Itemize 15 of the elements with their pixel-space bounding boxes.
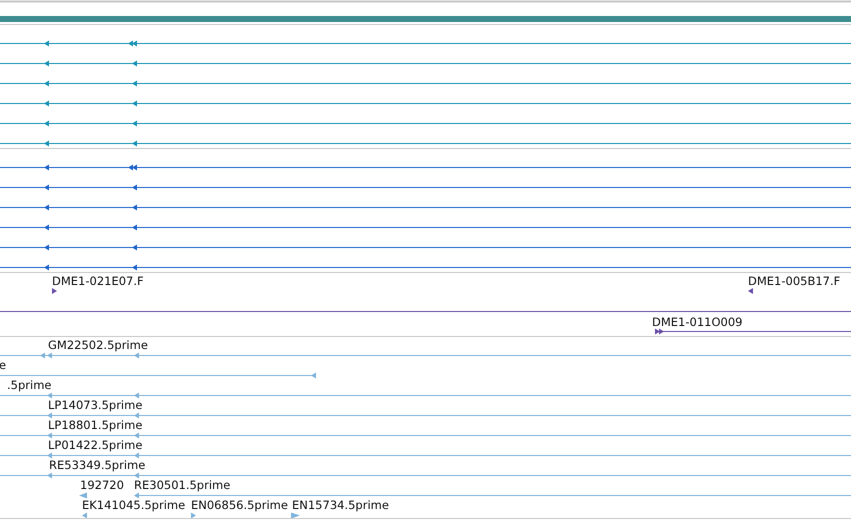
feature-label: EN15734.5prime: [292, 498, 389, 512]
feature-label: RE53349.5prime: [49, 458, 146, 472]
feature-label: LP18801.5prime: [48, 418, 142, 432]
feature-label: DME1-011O009: [652, 315, 742, 329]
feature-label: EK141045.5prime: [82, 498, 186, 512]
feature-label: GM22502.5prime: [48, 338, 148, 352]
feature-label: DME1-021E07.F: [52, 274, 144, 288]
feature-label: LP14073.5prime: [48, 398, 142, 412]
feature-label: e: [0, 358, 6, 372]
feature-label: .5prime: [7, 378, 52, 392]
feature-label: LP01422.5prime: [48, 438, 142, 452]
feature-label: RE30501.5prime: [134, 478, 230, 492]
feature-label: EN06856.5prime: [191, 498, 288, 512]
feature-label: 192720: [80, 478, 124, 492]
feature-label: DME1-005B17.F: [748, 274, 840, 288]
